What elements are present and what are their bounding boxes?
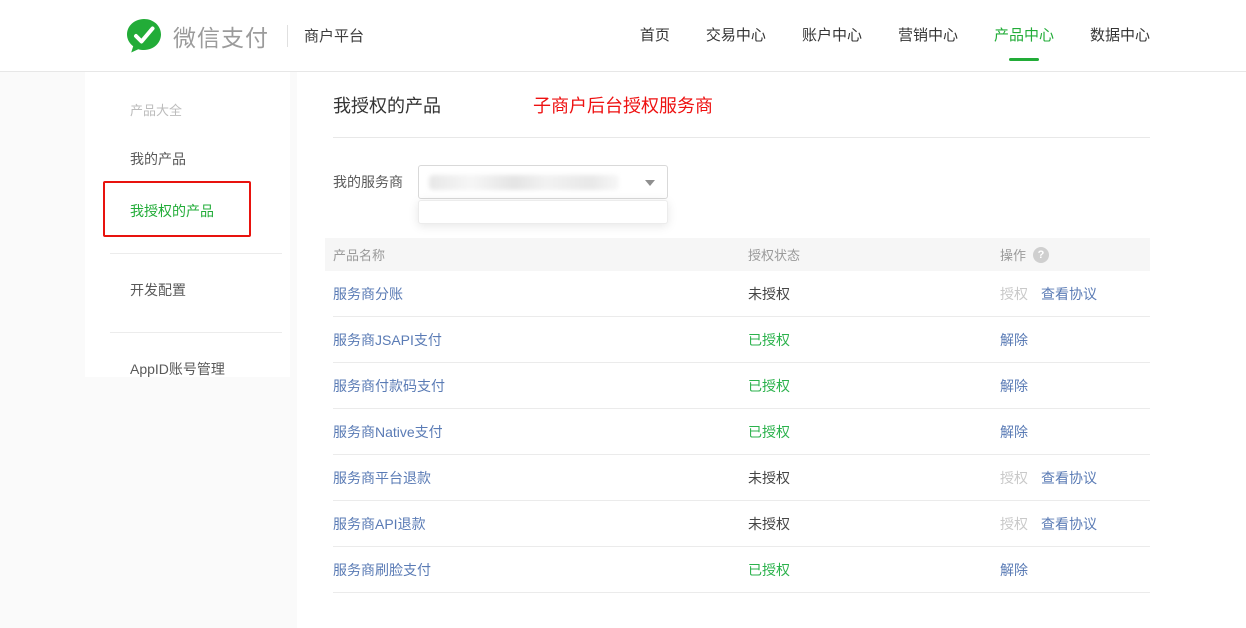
nav-item-5[interactable]: 数据中心 xyxy=(1090,0,1150,72)
nav-item-3[interactable]: 营销中心 xyxy=(898,0,958,72)
brand-title: 微信支付 xyxy=(173,19,269,53)
sidebar-divider xyxy=(110,332,282,333)
revoke-link[interactable]: 解除 xyxy=(1000,560,1028,580)
status-text: 未授权 xyxy=(748,514,1000,534)
page-body: 产品大全 我的产品我授权的产品开发配置AppID账号管理 我授权的产品 子商户后… xyxy=(0,72,1246,628)
action-cell: 授权查看协议 xyxy=(1000,468,1150,488)
red-annotation-text: 子商户后台授权服务商 xyxy=(533,92,713,118)
product-link[interactable]: 服务商分账 xyxy=(333,284,748,304)
nav-item-0[interactable]: 首页 xyxy=(640,0,670,72)
table-row: 服务商刷脸支付已授权解除 xyxy=(333,547,1150,593)
status-text: 已授权 xyxy=(748,330,1000,350)
column-header-product: 产品名称 xyxy=(333,245,748,264)
status-text: 已授权 xyxy=(748,422,1000,442)
chevron-down-icon xyxy=(645,180,655,186)
status-text: 未授权 xyxy=(748,468,1000,488)
revoke-link[interactable]: 解除 xyxy=(1000,330,1028,350)
provider-label: 我的服务商 xyxy=(333,172,418,192)
top-nav: 首页交易中心账户中心营销中心产品中心数据中心 xyxy=(640,0,1150,72)
wechat-pay-logo-icon xyxy=(125,17,163,55)
product-link[interactable]: 服务商付款码支付 xyxy=(333,376,748,396)
authorize-action-disabled: 授权 xyxy=(1000,284,1028,304)
sidebar-item-2[interactable]: 开发配置 xyxy=(130,280,186,300)
column-header-action: 操作 xyxy=(1000,245,1026,264)
table-row: 服务商分账未授权授权查看协议 xyxy=(333,271,1150,317)
view-agreement-link[interactable]: 查看协议 xyxy=(1041,284,1097,304)
authorize-action-disabled: 授权 xyxy=(1000,468,1028,488)
column-header-status: 授权状态 xyxy=(748,245,1000,264)
authorize-action-disabled: 授权 xyxy=(1000,514,1028,534)
main-content: 我授权的产品 子商户后台授权服务商 我的服务商 xyxy=(297,72,1246,628)
help-icon[interactable]: ? xyxy=(1033,247,1049,263)
product-link[interactable]: 服务商API退款 xyxy=(333,514,748,534)
view-agreement-link[interactable]: 查看协议 xyxy=(1041,468,1097,488)
sidebar: 产品大全 我的产品我授权的产品开发配置 AppID账号管理 xyxy=(85,72,290,377)
action-cell: 授权查看协议 xyxy=(1000,514,1150,534)
sidebar-item-0[interactable]: 我的产品 xyxy=(130,149,186,169)
top-header: 微信支付 商户平台 首页交易中心账户中心营销中心产品中心数据中心 xyxy=(0,0,1246,72)
portal-label: 商户平台 xyxy=(304,25,364,46)
sidebar-divider xyxy=(110,253,282,254)
provider-form-row: 我的服务商 xyxy=(333,165,1150,199)
sidebar-item-1[interactable]: 我授权的产品 xyxy=(130,201,214,221)
status-text: 未授权 xyxy=(748,284,1000,304)
table-row: 服务商平台退款未授权授权查看协议 xyxy=(333,455,1150,501)
nav-item-4[interactable]: 产品中心 xyxy=(994,0,1054,72)
page-title: 我授权的产品 xyxy=(333,92,441,118)
revoke-link[interactable]: 解除 xyxy=(1000,422,1028,442)
status-text: 已授权 xyxy=(748,560,1000,580)
view-agreement-link[interactable]: 查看协议 xyxy=(1041,514,1097,534)
nav-item-1[interactable]: 交易中心 xyxy=(706,0,766,72)
table-row: 服务商付款码支付已授权解除 xyxy=(333,363,1150,409)
redacted-provider-value xyxy=(429,175,619,190)
action-cell: 解除 xyxy=(1000,422,1150,442)
product-link[interactable]: 服务商Native支付 xyxy=(333,422,748,442)
provider-select[interactable] xyxy=(418,165,668,199)
provider-dropdown xyxy=(418,200,668,224)
sidebar-rail: 产品大全 我的产品我授权的产品开发配置 AppID账号管理 xyxy=(0,72,297,628)
nav-item-2[interactable]: 账户中心 xyxy=(802,0,862,72)
brand-divider xyxy=(287,25,288,47)
status-text: 已授权 xyxy=(748,376,1000,396)
table-row: 服务商Native支付已授权解除 xyxy=(333,409,1150,455)
sidebar-item-3[interactable]: AppID账号管理 xyxy=(130,359,225,379)
product-link[interactable]: 服务商刷脸支付 xyxy=(333,560,748,580)
table-header: 产品名称 授权状态 操作 ? xyxy=(325,238,1150,271)
action-cell: 解除 xyxy=(1000,330,1150,350)
brand: 微信支付 商户平台 xyxy=(125,17,364,55)
red-annotation-rect xyxy=(103,181,251,237)
action-cell: 授权查看协议 xyxy=(1000,284,1150,304)
sidebar-section-label: 产品大全 xyxy=(130,100,290,119)
revoke-link[interactable]: 解除 xyxy=(1000,376,1028,396)
table-row: 服务商JSAPI支付已授权解除 xyxy=(333,317,1150,363)
products-table: 产品名称 授权状态 操作 ? 服务商分账未授权授权查看协议服务商JSAPI支付已… xyxy=(333,238,1150,593)
title-divider xyxy=(333,137,1150,138)
product-link[interactable]: 服务商JSAPI支付 xyxy=(333,330,748,350)
product-link[interactable]: 服务商平台退款 xyxy=(333,468,748,488)
table-row: 服务商API退款未授权授权查看协议 xyxy=(333,501,1150,547)
action-cell: 解除 xyxy=(1000,376,1150,396)
page: 微信支付 商户平台 首页交易中心账户中心营销中心产品中心数据中心 产品大全 我的… xyxy=(0,0,1246,628)
action-cell: 解除 xyxy=(1000,560,1150,580)
